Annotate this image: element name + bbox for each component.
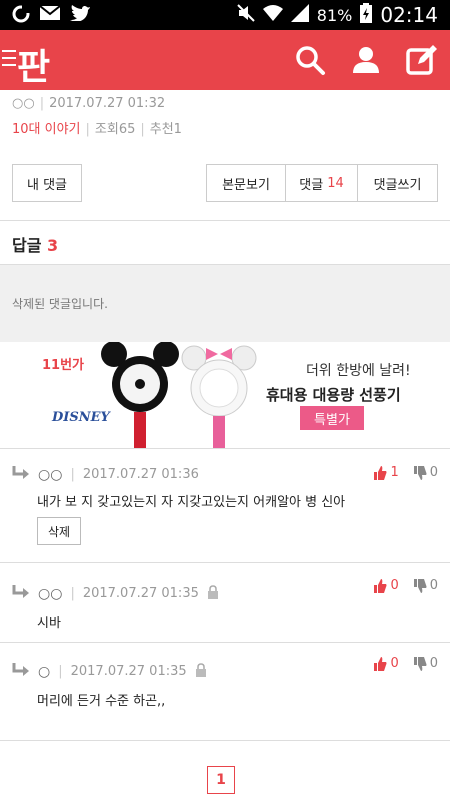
- battery-level: 81%: [316, 5, 353, 25]
- dislike-button[interactable]: 0: [413, 656, 438, 671]
- post-category[interactable]: 10대 이야기: [12, 122, 81, 137]
- thumbs-down-icon: [413, 465, 427, 480]
- reply-arrow-icon: [12, 465, 30, 484]
- divider: [0, 448, 450, 449]
- thumbs-down-icon: [413, 578, 427, 593]
- thumbs-up-icon: [374, 656, 387, 671]
- app-logo[interactable]: 판: [17, 38, 50, 90]
- ad-price-tag: 특별가: [300, 406, 364, 430]
- post-views: 조회65: [94, 122, 136, 137]
- thumbs-up-icon: [374, 578, 387, 593]
- menu-icon[interactable]: [2, 50, 16, 66]
- dislike-count: 0: [429, 578, 438, 593]
- status-time: 02:14: [380, 3, 438, 27]
- post-recommends: 추천1: [149, 122, 182, 137]
- replies-label: 답글: [12, 236, 42, 255]
- notification-icon: [12, 5, 30, 28]
- post-meta: ○○ | 2017.07.27 01:32 10대 이야기 | 조회65 | 추천1: [12, 96, 182, 137]
- ad-headline: 더위 한방에 날려!: [306, 363, 411, 379]
- comment-datetime: 2017.07.27 01:35: [82, 586, 199, 601]
- my-comments-label: 내 댓글: [26, 177, 67, 193]
- battery-icon: [360, 3, 373, 27]
- fan-product-image: [101, 342, 257, 448]
- dislike-button[interactable]: 0: [413, 465, 438, 480]
- divider: [0, 562, 450, 563]
- reply-arrow-icon: [12, 662, 30, 681]
- write-comment-label: 댓글쓰기: [373, 177, 422, 193]
- replies-count: 3: [47, 236, 59, 255]
- comments-label: 댓글: [299, 177, 324, 193]
- lock-icon: [207, 584, 219, 603]
- wifi-icon: [262, 4, 283, 26]
- divider: [0, 740, 450, 741]
- comments-count: 14: [327, 175, 344, 191]
- deleted-comment-text: 삭제된 댓글입니다.: [12, 297, 108, 311]
- ad-badge: 11번가: [42, 358, 85, 373]
- like-count: 0: [390, 656, 399, 671]
- deleted-comment: 삭제된 댓글입니다.: [0, 264, 450, 342]
- my-comments-button[interactable]: 내 댓글: [12, 164, 82, 202]
- page-1-button[interactable]: 1: [207, 766, 235, 794]
- lock-icon: [195, 662, 207, 681]
- comments-button[interactable]: 댓글 14: [285, 164, 358, 202]
- comment-datetime: 2017.07.27 01:36: [82, 467, 199, 482]
- thumbs-down-icon: [413, 656, 427, 671]
- dislike-count: 0: [429, 465, 438, 480]
- post-datetime: 2017.07.27 01:32: [49, 96, 166, 111]
- like-button[interactable]: 1: [373, 465, 399, 480]
- comment-text: 머리에 든거 수준 하곤,,: [37, 694, 166, 709]
- like-button[interactable]: 0: [373, 578, 399, 593]
- dislike-button[interactable]: 0: [413, 578, 438, 593]
- view-post-label: 본문보기: [222, 177, 270, 193]
- like-count: 1: [390, 465, 399, 480]
- app-bar: 판: [0, 30, 450, 90]
- search-icon[interactable]: [294, 44, 326, 76]
- replies-heading: 답글 3: [12, 232, 58, 256]
- write-icon[interactable]: [406, 44, 438, 76]
- ad-banner[interactable]: 11번가 DISNEY 더위 한방에 날려! 휴대용 대용량 선풍기 특별가: [0, 342, 450, 448]
- thumbs-up-icon: [374, 465, 387, 480]
- user-icon[interactable]: [350, 44, 382, 76]
- comment-text: 내가 보 지 갖고있는지 자 지갖고있는지 어캐알아 병 신아: [37, 495, 346, 510]
- status-bar: 81% 02:14: [0, 0, 450, 30]
- comment-author[interactable]: ○○: [38, 586, 62, 602]
- twitter-icon: [70, 5, 90, 28]
- view-post-button[interactable]: 본문보기: [206, 164, 286, 202]
- comment-datetime: 2017.07.27 01:35: [70, 664, 187, 679]
- comment-text: 시바: [37, 616, 61, 631]
- like-button[interactable]: 0: [373, 656, 399, 671]
- write-comment-button[interactable]: 댓글쓰기: [357, 164, 438, 202]
- mail-icon: [39, 5, 61, 28]
- divider: [0, 642, 450, 643]
- delete-button[interactable]: 삭제: [37, 517, 81, 545]
- comment-author[interactable]: ○○: [38, 467, 62, 483]
- comment-author[interactable]: ○: [38, 664, 50, 680]
- ad-product: 휴대용 대용량 선풍기: [266, 386, 401, 404]
- like-count: 0: [390, 578, 399, 593]
- divider: [0, 220, 450, 221]
- dislike-count: 0: [429, 656, 438, 671]
- post-author[interactable]: ○○: [12, 96, 35, 111]
- reply-arrow-icon: [12, 584, 30, 603]
- mute-icon: [237, 4, 255, 26]
- signal-icon: [290, 4, 309, 26]
